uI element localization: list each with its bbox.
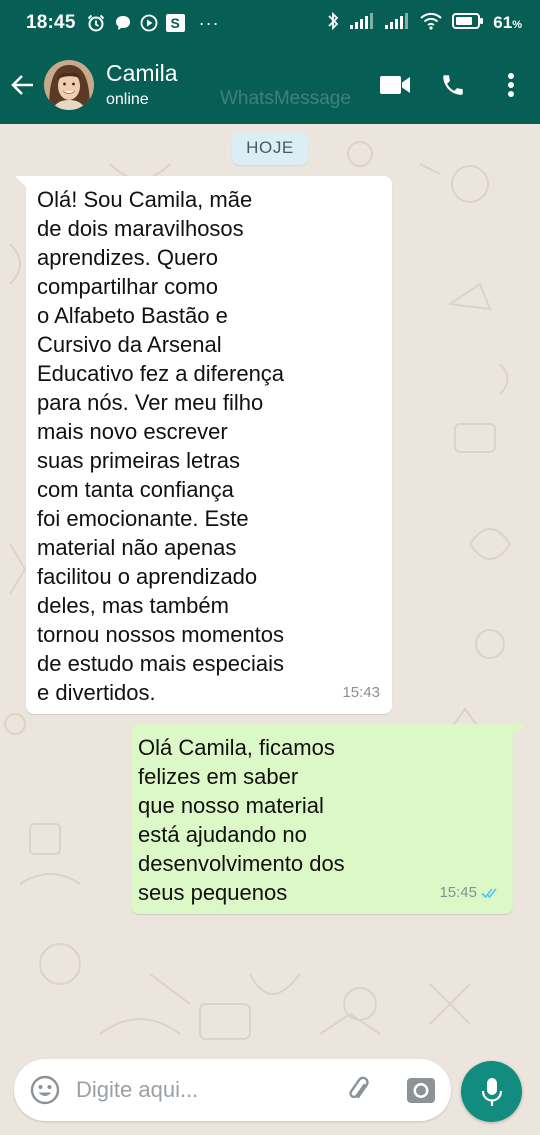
more-options-button[interactable] (482, 46, 540, 124)
chat-area[interactable]: HOJE Olá! Sou Camila, mãe de dois maravi… (0, 124, 540, 1135)
contact-info[interactable]: Camila online (106, 59, 178, 111)
message-time-text: 15:43 (342, 684, 380, 701)
phone-icon (443, 75, 463, 95)
watermark: WhatsMessage (220, 88, 351, 109)
composer (14, 1059, 451, 1121)
alarm-icon (86, 13, 106, 33)
attach-button[interactable] (339, 1070, 379, 1110)
status-right-icons: 61% (326, 11, 522, 36)
voice-message-button[interactable] (461, 1061, 522, 1122)
double-check-read-icon (481, 887, 497, 898)
bluetooth-icon (326, 11, 340, 36)
camera-button[interactable] (401, 1070, 441, 1110)
video-call-button[interactable] (366, 46, 424, 124)
video-call-icon (380, 76, 410, 94)
status-time: 18:45 (26, 12, 76, 33)
more-vert-icon (508, 73, 514, 97)
contact-name: Camila (106, 60, 178, 86)
outgoing-message[interactable]: Olá Camila, ficamos felizes em saber que… (131, 724, 513, 914)
chat-bubble-icon (114, 14, 132, 32)
battery-unit: % (512, 19, 522, 31)
status-left-icons: S ··· (86, 13, 220, 34)
battery-level: 61% (493, 13, 522, 33)
play-icon (140, 14, 158, 32)
date-chip: HOJE (232, 131, 308, 165)
outgoing-bubble-tail (513, 724, 525, 736)
header-actions (366, 46, 540, 124)
s-badge-icon: S (165, 14, 185, 32)
voice-call-button[interactable] (424, 46, 482, 124)
signal-icon (349, 12, 375, 35)
message-time-text: 15:45 (439, 884, 477, 901)
mic-icon (481, 1077, 502, 1106)
message-input[interactable] (76, 1070, 326, 1110)
message-time: 15:43 (342, 678, 380, 707)
battery-icon (452, 12, 484, 35)
incoming-message[interactable]: Olá! Sou Camila, mãe de dois maravilhoso… (26, 176, 392, 714)
attach-icon (349, 1076, 369, 1099)
avatar[interactable] (44, 60, 94, 110)
emoji-button[interactable] (14, 1059, 76, 1121)
status-bar: 18:45 S ··· 61% (0, 0, 540, 46)
battery-value: 61 (493, 13, 513, 32)
back-arrow-icon (11, 75, 33, 95)
signal-icon-2 (384, 12, 410, 35)
more-notifications-icon: ··· (198, 12, 220, 33)
contact-status: online (106, 91, 149, 108)
message-time: 15:45 (439, 878, 501, 907)
message-text: Olá! Sou Camila, mãe de dois maravilhoso… (37, 187, 285, 705)
camera-icon (407, 1078, 435, 1103)
emoji-icon (30, 1075, 60, 1105)
wifi-icon (419, 12, 443, 35)
back-button[interactable] (2, 46, 44, 124)
